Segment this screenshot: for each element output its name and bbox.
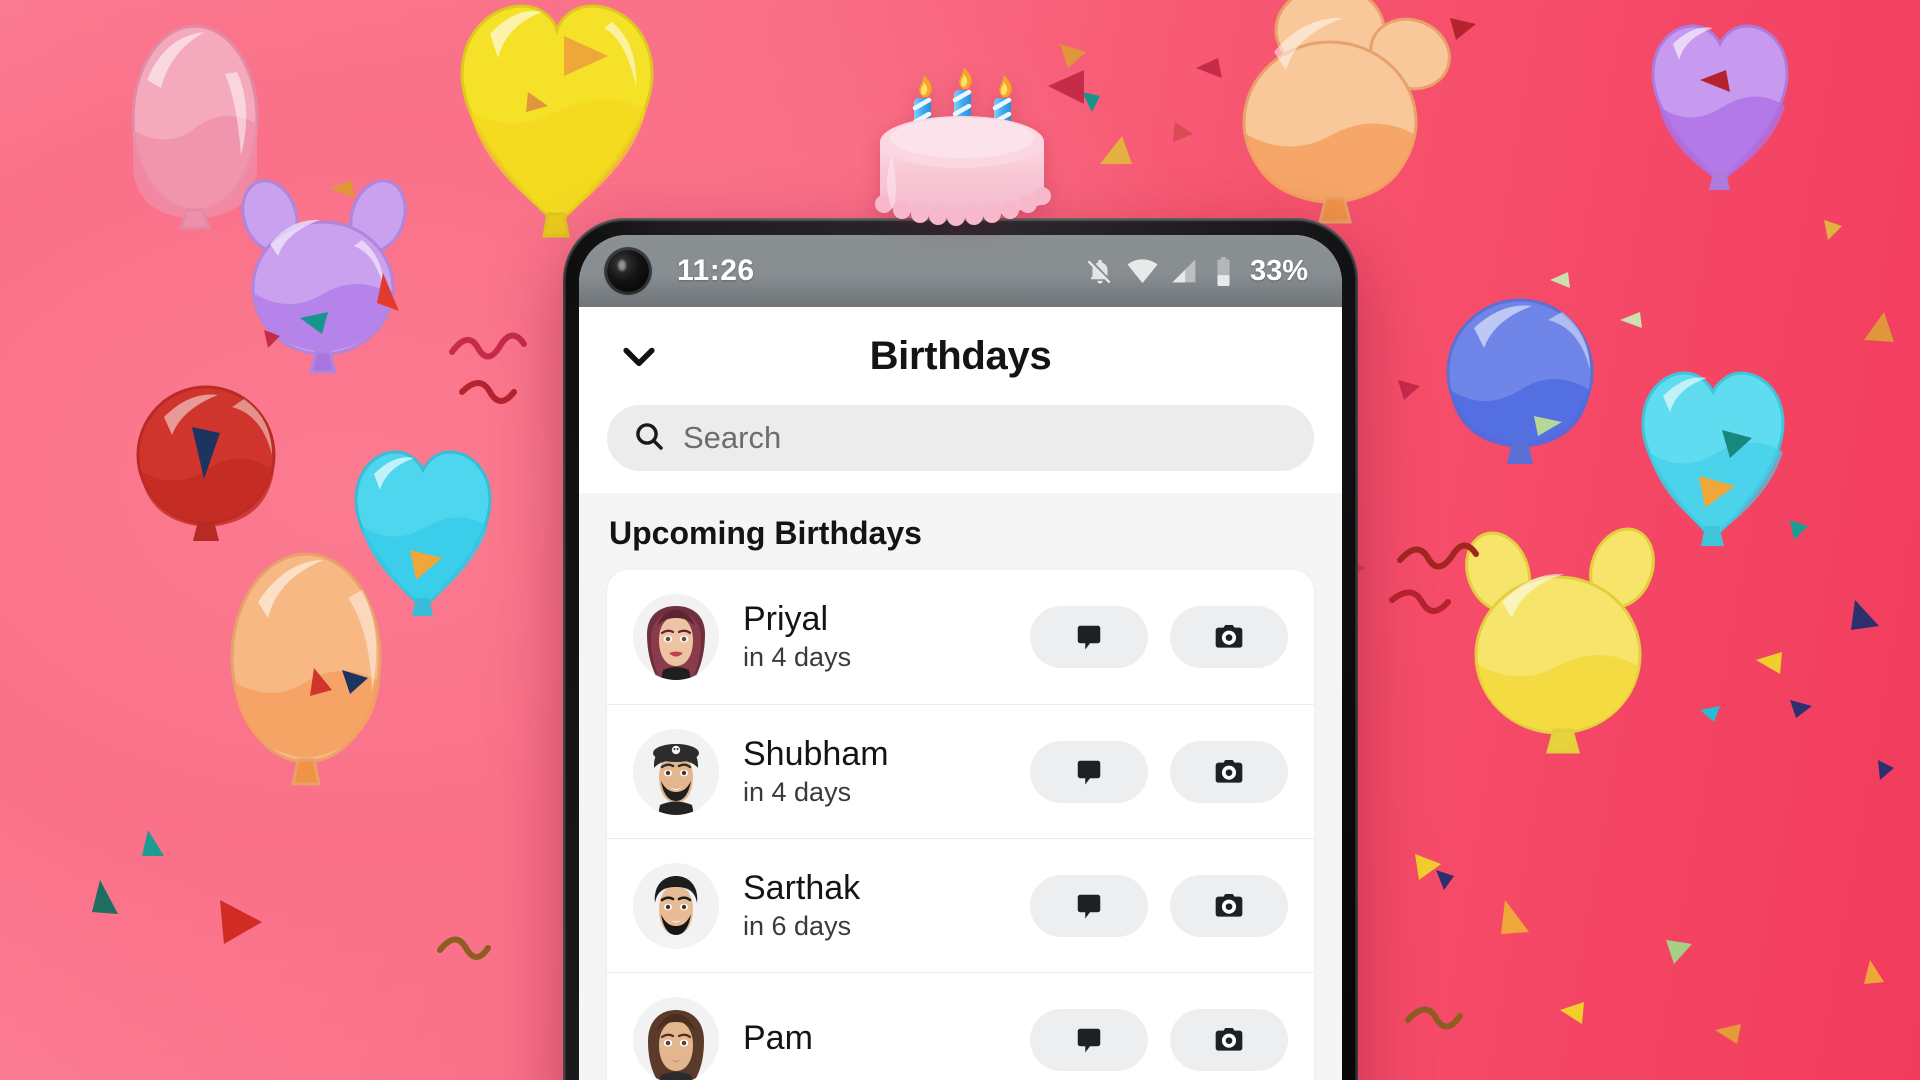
row-actions [1030, 1008, 1288, 1071]
row-actions [1030, 874, 1288, 937]
person-name: Sarthak [743, 868, 861, 907]
cellular-signal-icon [1170, 257, 1199, 286]
camera-button[interactable] [1170, 874, 1288, 937]
search-icon [633, 420, 665, 457]
camera-icon [1213, 756, 1245, 788]
birthday-list-area: Priyal in 4 days Shubham in 4 days Sarth… [579, 570, 1342, 1080]
phone-screen: 11:26 33% Birthdays Search Upcoming Birt… [579, 235, 1342, 1080]
battery-icon [1211, 256, 1236, 286]
camera-icon [1213, 621, 1245, 653]
camera-button[interactable] [1170, 1008, 1288, 1071]
camera-button[interactable] [1170, 740, 1288, 803]
person-countdown: in 6 days [743, 910, 852, 941]
front-camera-punch-hole [607, 250, 649, 292]
app-header: Birthdays [579, 307, 1342, 405]
avatar [633, 728, 719, 815]
person-info: Pam [743, 1018, 1030, 1060]
chat-bubble-icon [1074, 757, 1104, 787]
chat-bubble-icon [1074, 891, 1104, 921]
camera-icon [1213, 1024, 1245, 1056]
wifi-icon [1127, 256, 1158, 287]
table-row[interactable]: Pam [607, 972, 1314, 1080]
avatar [633, 862, 719, 949]
camera-button[interactable] [1170, 606, 1288, 668]
camera-icon [1213, 890, 1245, 922]
person-countdown: in 4 days [743, 642, 852, 673]
chevron-down-icon[interactable] [609, 326, 669, 386]
birthday-cake-icon [858, 64, 1066, 234]
chat-bubble-icon [1074, 1025, 1104, 1055]
chat-button[interactable] [1030, 740, 1148, 803]
avatar [633, 996, 719, 1080]
chat-button[interactable] [1030, 606, 1148, 668]
row-actions [1030, 606, 1288, 668]
chat-button[interactable] [1030, 1008, 1148, 1071]
avatar [633, 594, 719, 680]
person-name: Shubham [743, 734, 889, 773]
phone-device: 11:26 33% Birthdays Search Upcoming Birt… [563, 218, 1358, 1080]
section-title: Upcoming Birthdays [579, 493, 1342, 570]
table-row[interactable]: Shubham in 4 days [607, 704, 1314, 838]
birthday-card: Priyal in 4 days Shubham in 4 days Sarth… [607, 570, 1314, 1080]
row-actions [1030, 740, 1288, 803]
table-row[interactable]: Priyal in 4 days [607, 570, 1314, 704]
search-placeholder: Search [683, 420, 782, 455]
status-bar: 11:26 33% [579, 235, 1342, 307]
status-clock: 11:26 [677, 254, 755, 287]
chat-bubble-icon [1074, 622, 1104, 652]
page-title: Birthdays [869, 333, 1052, 378]
person-info: Shubham in 4 days [743, 734, 1030, 810]
search-input[interactable]: Search [607, 405, 1314, 471]
chat-button[interactable] [1030, 874, 1148, 937]
person-info: Sarthak in 6 days [743, 868, 1030, 944]
person-info: Priyal in 4 days [743, 599, 1030, 675]
search-container: Search [579, 405, 1342, 493]
person-countdown: in 4 days [743, 776, 852, 807]
battery-percent-label: 33% [1249, 254, 1308, 287]
status-icon-group: 33% [1085, 255, 1308, 288]
person-name: Pam [743, 1019, 813, 1058]
notifications-off-icon [1085, 256, 1115, 286]
person-name: Priyal [743, 600, 829, 639]
table-row[interactable]: Sarthak in 6 days [607, 838, 1314, 972]
